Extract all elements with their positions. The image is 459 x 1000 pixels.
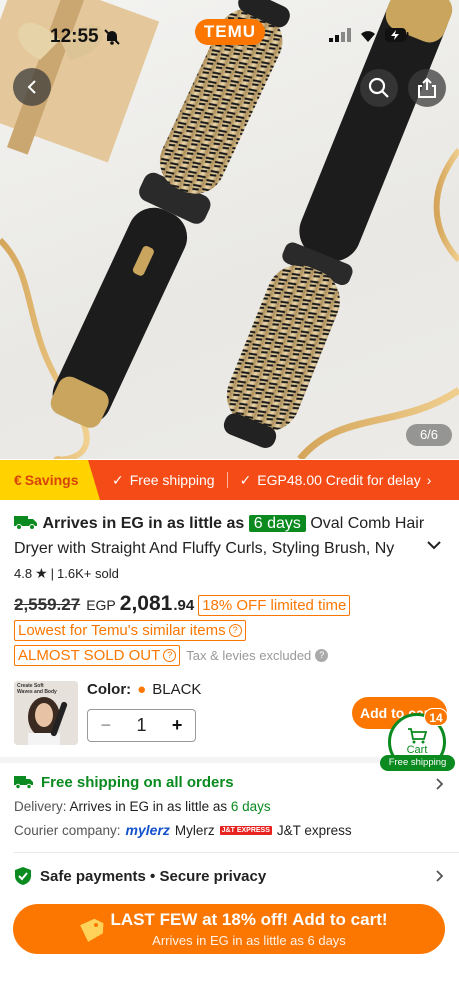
divider (226, 472, 228, 488)
lowest-price-label: Lowest for Temu's similar items (18, 622, 226, 639)
image-counter: 6/6 (406, 424, 452, 446)
question-icon: ? (315, 649, 329, 662)
free-shipping-promo: ✓ Free shipping (112, 472, 215, 489)
share-button[interactable] (408, 69, 446, 107)
tax-note-label: Tax & levies excluded (186, 648, 312, 663)
wifi-icon (361, 30, 375, 42)
color-label: Color: (87, 681, 132, 698)
cart-icon (408, 728, 427, 744)
chevron-right-icon: › (426, 472, 432, 488)
search-button[interactable] (360, 69, 398, 107)
shipping-section[interactable]: Free shipping on all orders (14, 774, 234, 791)
lowest-price-chip[interactable]: Lowest for Temu's similar items ? (14, 620, 246, 641)
share-icon (418, 77, 436, 98)
courier-label: Courier company: (14, 822, 121, 838)
credit-label: EGP48.00 Credit for delay (257, 472, 421, 488)
delivery-text: Arrives in EG in as little as (69, 799, 228, 814)
check-icon: ✓ (112, 471, 124, 488)
rating-row[interactable]: 4.8 ★ | 1.6K+ sold (14, 565, 119, 582)
thumbnail-caption: Create Soft Waves and Body (17, 683, 57, 695)
cta-sub-text: Arrives in EG in as little as 6 days (152, 933, 346, 948)
product-title[interactable]: Arrives in EG in as little as 6 days Ova… (14, 511, 429, 561)
sold-count: 1.6K+ sold (57, 566, 119, 581)
mylerz-logo: mylerz (125, 822, 170, 838)
stock-row: ALMOST SOLD OUT ? Tax & levies excluded … (14, 645, 329, 666)
shield-check-icon (15, 867, 31, 885)
arrival-text: Arrives in EG in as little as (42, 515, 245, 532)
savings-label: Savings (24, 472, 79, 488)
discount-chip: 18% OFF limited time (198, 595, 351, 616)
chevron-down-icon[interactable] (426, 539, 442, 551)
courier-mylerz: Mylerz (174, 822, 215, 838)
status-time: 12:55 (50, 26, 99, 47)
color-selector[interactable]: Color: ● BLACK (87, 681, 201, 698)
back-button[interactable] (13, 68, 51, 106)
courier-info: Courier company: mylerz Mylerz J&T EXPRE… (14, 822, 352, 838)
increase-quantity-button[interactable]: + (159, 715, 195, 736)
price-row: 2,559.27 EGP 2,081 .94 18% OFF limited t… (14, 592, 351, 616)
jt-express-logo: J&T EXPRESS (219, 825, 272, 835)
decrease-quantity-button[interactable]: − (88, 715, 124, 736)
question-icon: ? (163, 649, 177, 662)
original-price: 2,559.27 (14, 595, 81, 614)
cart-count-badge: 14 (424, 708, 448, 726)
free-shipping-label: Free shipping (129, 472, 215, 488)
safe-payments-text: Safe payments • Secure privacy (40, 867, 267, 885)
product-image[interactable]: 12:55 TEMU 6/6 (0, 0, 459, 459)
delivery-info: Delivery: Arrives in EG in as little as … (14, 799, 271, 814)
variant-thumbnail[interactable]: Create Soft Waves and Body (14, 681, 78, 745)
chevron-right-icon[interactable] (435, 777, 445, 791)
savings-tab: € Savings (0, 460, 100, 500)
quantity-stepper[interactable]: − 1 + (87, 709, 196, 742)
question-icon: ? (228, 624, 242, 637)
tax-note[interactable]: Tax & levies excluded ? (186, 648, 329, 663)
savings-icon: € (14, 472, 22, 488)
signal-icon (329, 28, 351, 42)
sale-price: 2,081 (119, 592, 173, 615)
color-value: BLACK (152, 681, 202, 698)
shipping-headline: Free shipping on all orders (41, 774, 234, 791)
rating-value: 4.8 (14, 566, 33, 581)
temu-logo: TEMU (195, 19, 265, 45)
check-icon: ✓ (239, 471, 252, 488)
lowest-price-row[interactable]: Lowest for Temu's similar items ? (14, 620, 246, 641)
battery-charging-icon (385, 28, 409, 42)
courier-jt: J&T express (276, 822, 352, 838)
chevron-left-icon (27, 80, 36, 94)
sale-price-decimals: .94 (173, 597, 195, 614)
truck-icon (14, 776, 33, 790)
truck-icon (14, 516, 37, 530)
star-icon: ★ (35, 565, 48, 581)
section-divider (0, 757, 380, 763)
almost-sold-out-chip[interactable]: ALMOST SOLD OUT ? (14, 645, 181, 666)
cta-main-text: LAST FEW at 18% off! Add to cart! (110, 910, 388, 929)
cart-free-shipping-tag: Free shipping (380, 755, 455, 771)
delivery-days: 6 days (230, 799, 271, 814)
safe-payments-row[interactable]: Safe payments • Secure privacy (14, 866, 266, 886)
almost-sold-out-label: ALMOST SOLD OUT (18, 647, 161, 664)
arrival-days-chip: 6 days (248, 515, 306, 532)
bell-slash-icon (104, 29, 120, 45)
search-icon (368, 77, 389, 98)
currency: EGP (86, 597, 116, 613)
divider (14, 852, 459, 853)
add-to-cart-cta[interactable]: LAST FEW at 18% off! Add to cart! Arrive… (13, 904, 445, 954)
quantity-value: 1 (136, 715, 147, 735)
chevron-right-icon[interactable] (435, 869, 445, 883)
promo-strip[interactable]: € Savings ✓ Free shipping ✓ EGP48.00 Cre… (0, 460, 459, 500)
flame-icon: ● (137, 681, 147, 698)
credit-promo[interactable]: ✓ EGP48.00 Credit for delay › (240, 472, 432, 489)
separator: | (50, 566, 55, 581)
delivery-label: Delivery: (14, 799, 67, 814)
